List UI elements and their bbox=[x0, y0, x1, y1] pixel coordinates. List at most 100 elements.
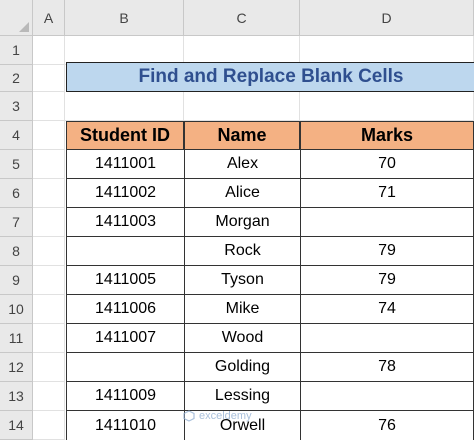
column-header-d[interactable]: D bbox=[300, 0, 474, 36]
cell-a1[interactable] bbox=[33, 36, 65, 65]
cell-text: Rock bbox=[224, 242, 261, 259]
cell-text: 79 bbox=[378, 242, 396, 259]
cell-text: 71 bbox=[378, 184, 396, 201]
row-header-8[interactable]: 8 bbox=[0, 237, 33, 266]
table-cell-marks[interactable]: 70 bbox=[300, 150, 474, 179]
row-header-4[interactable]: 4 bbox=[0, 121, 33, 150]
header-marks[interactable]: Marks bbox=[300, 121, 474, 150]
row-header-5[interactable]: 5 bbox=[0, 150, 33, 179]
cell-text: 79 bbox=[378, 271, 396, 288]
table-cell-name[interactable]: Tyson bbox=[184, 266, 300, 295]
header-name[interactable]: Name bbox=[184, 121, 300, 150]
cell-d3[interactable] bbox=[300, 92, 474, 121]
cell-text: Wood bbox=[221, 329, 264, 346]
header-label: Marks bbox=[360, 125, 414, 145]
table-cell-name[interactable]: Rock bbox=[184, 237, 300, 266]
cell-text: 74 bbox=[378, 300, 396, 317]
row-label: 10 bbox=[8, 301, 24, 317]
cell-text: 78 bbox=[378, 358, 396, 375]
table-cell-marks[interactable]: 74 bbox=[300, 295, 474, 324]
cell-text: 1411001 bbox=[94, 155, 157, 172]
table-cell-name[interactable]: Wood bbox=[184, 324, 300, 353]
column-header-a[interactable]: A bbox=[33, 0, 65, 36]
row-label: 5 bbox=[12, 156, 20, 172]
table-cell-id[interactable]: 1411002 bbox=[66, 179, 184, 208]
cell-a2[interactable] bbox=[33, 65, 65, 92]
cell-b3[interactable] bbox=[65, 92, 184, 121]
column-label: C bbox=[236, 9, 247, 26]
cell-c3[interactable] bbox=[184, 92, 300, 121]
table-cell-marks[interactable]: 76 bbox=[300, 411, 474, 440]
cell-a7[interactable] bbox=[33, 208, 65, 237]
row-header-14[interactable]: 14 bbox=[0, 411, 33, 440]
table-cell-marks[interactable] bbox=[300, 382, 474, 411]
table-cell-id[interactable] bbox=[66, 237, 184, 266]
cell-d1[interactable] bbox=[300, 36, 474, 65]
row-header-7[interactable]: 7 bbox=[0, 208, 33, 237]
header-student-id[interactable]: Student ID bbox=[66, 121, 184, 150]
table-cell-marks[interactable]: 79 bbox=[300, 266, 474, 295]
cell-a14[interactable] bbox=[33, 411, 65, 440]
table-cell-id[interactable]: 1411009 bbox=[66, 382, 184, 411]
row-header-2[interactable]: 2 bbox=[0, 65, 33, 92]
table-cell-marks[interactable]: 78 bbox=[300, 353, 474, 382]
table-cell-id[interactable]: 1411005 bbox=[66, 266, 184, 295]
cell-a10[interactable] bbox=[33, 295, 65, 324]
table-cell-name[interactable]: Alex bbox=[184, 150, 300, 179]
sheet-title[interactable]: Find and Replace Blank Cells bbox=[66, 62, 474, 92]
row-header-9[interactable]: 9 bbox=[0, 266, 33, 295]
cell-a3[interactable] bbox=[33, 92, 65, 121]
cell-a8[interactable] bbox=[33, 237, 65, 266]
column-header-b[interactable]: B bbox=[65, 0, 184, 36]
table-cell-id[interactable]: 1411010 bbox=[66, 411, 184, 440]
row-header-3[interactable]: 3 bbox=[0, 92, 33, 121]
table-cell-id[interactable]: 1411001 bbox=[66, 150, 184, 179]
cell-text: 1411009 bbox=[94, 387, 157, 404]
row-label: 9 bbox=[12, 272, 20, 288]
cell-text: 1411010 bbox=[94, 416, 157, 434]
table-cell-marks[interactable]: 71 bbox=[300, 179, 474, 208]
row-label: 8 bbox=[12, 243, 20, 259]
table-cell-id[interactable] bbox=[66, 353, 184, 382]
table-cell-name[interactable]: Morgan bbox=[184, 208, 300, 237]
cell-text: Alice bbox=[225, 184, 260, 201]
row-header-6[interactable]: 6 bbox=[0, 179, 33, 208]
row-header-13[interactable]: 13 bbox=[0, 382, 33, 411]
cell-text: 1411003 bbox=[94, 213, 157, 230]
table-cell-marks[interactable]: 79 bbox=[300, 237, 474, 266]
row-label: 6 bbox=[12, 185, 20, 201]
column-header-c[interactable]: C bbox=[184, 0, 300, 36]
row-label: 14 bbox=[8, 417, 24, 433]
table-cell-marks[interactable] bbox=[300, 324, 474, 353]
table-cell-id[interactable]: 1411003 bbox=[66, 208, 184, 237]
cell-a5[interactable] bbox=[33, 150, 65, 179]
column-label: A bbox=[43, 9, 54, 26]
sheet-title-text: Find and Replace Blank Cells bbox=[138, 66, 404, 87]
select-all-corner[interactable] bbox=[0, 0, 33, 36]
cell-text: 1411006 bbox=[94, 300, 157, 317]
table-cell-name[interactable]: Lessing bbox=[184, 382, 300, 411]
row-header-11[interactable]: 11 bbox=[0, 324, 33, 353]
row-header-10[interactable]: 10 bbox=[0, 295, 33, 324]
table-cell-name[interactable]: Mike bbox=[184, 295, 300, 324]
table-cell-name[interactable]: Alice bbox=[184, 179, 300, 208]
cell-b1[interactable] bbox=[65, 36, 184, 65]
table-cell-name[interactable]: Golding bbox=[184, 353, 300, 382]
table-cell-id[interactable]: 1411006 bbox=[66, 295, 184, 324]
row-header-1[interactable]: 1 bbox=[0, 36, 33, 65]
cell-a4[interactable] bbox=[33, 121, 65, 150]
row-label: 2 bbox=[12, 70, 20, 86]
table-cell-id[interactable]: 1411007 bbox=[66, 324, 184, 353]
column-label: D bbox=[381, 9, 392, 26]
cell-a11[interactable] bbox=[33, 324, 65, 353]
cell-text: 1411007 bbox=[94, 329, 157, 346]
row-header-12[interactable]: 12 bbox=[0, 353, 33, 382]
cell-a12[interactable] bbox=[33, 353, 65, 382]
cell-a6[interactable] bbox=[33, 179, 65, 208]
table-cell-marks[interactable] bbox=[300, 208, 474, 237]
cell-c1[interactable] bbox=[184, 36, 300, 65]
watermark: exceldemy bbox=[183, 410, 252, 422]
cell-text: Alex bbox=[226, 155, 259, 172]
cell-a13[interactable] bbox=[33, 382, 65, 411]
cell-a9[interactable] bbox=[33, 266, 65, 295]
